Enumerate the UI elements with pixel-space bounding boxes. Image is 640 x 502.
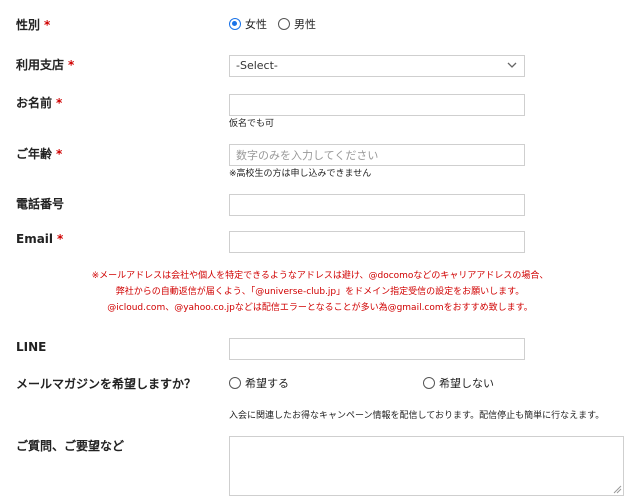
- questions-textarea[interactable]: [229, 436, 624, 496]
- phone-label: 電話番号: [16, 197, 65, 211]
- line-input[interactable]: [229, 338, 525, 360]
- name-label: お名前 *: [16, 96, 63, 110]
- required-mark: *: [56, 96, 63, 110]
- resize-grip-icon[interactable]: [612, 484, 622, 494]
- gender-radio-male[interactable]: 男性: [278, 16, 316, 32]
- email-notice: ※メールアドレスは会社や個人を特定できるようなアドレスは避け、@docomoなど…: [60, 268, 580, 316]
- line-label: LINE: [16, 340, 47, 354]
- magazine-label: メールマガジンを希望しますか？: [16, 377, 197, 391]
- radio-selected-icon[interactable]: [229, 18, 241, 30]
- email-label: Email *: [16, 232, 64, 246]
- required-mark: *: [68, 58, 75, 72]
- radio-unselected-icon[interactable]: [423, 377, 435, 389]
- store-label: 利用支店 *: [16, 58, 75, 72]
- gender-label: 性別 *: [16, 18, 51, 32]
- email-notice-line: @icloud.com、@yahoo.co.jpなどは配信エラーとなることが多い…: [107, 303, 533, 313]
- magazine-radio-yes[interactable]: 希望する: [229, 375, 289, 391]
- gender-radio-female[interactable]: 女性: [229, 16, 267, 32]
- magazine-hint: 入会に関連したお得なキャンペーン情報を配信しております。配信停止も簡単に行なえま…: [229, 411, 605, 421]
- chevron-down-icon: [507, 62, 517, 68]
- name-hint: 仮名でも可: [229, 119, 275, 129]
- radio-unselected-icon[interactable]: [229, 377, 241, 389]
- magazine-radio-no[interactable]: 希望しない: [423, 375, 494, 391]
- age-input[interactable]: [229, 144, 525, 166]
- age-hint: ※高校生の方は申し込みできません: [229, 169, 372, 179]
- phone-input[interactable]: [229, 194, 525, 216]
- email-notice-line: 弊社からの自動返信が届くよう、「@universe-club.jp」をドメイン指…: [115, 287, 525, 297]
- required-mark: *: [57, 232, 64, 246]
- name-input[interactable]: [229, 94, 525, 116]
- email-input[interactable]: [229, 231, 525, 253]
- email-notice-line: ※メールアドレスは会社や個人を特定できるようなアドレスは避け、@docomoなど…: [91, 271, 549, 281]
- required-mark: *: [56, 147, 63, 161]
- age-label: ご年齢 *: [16, 147, 63, 161]
- required-mark: *: [44, 18, 51, 32]
- radio-unselected-icon[interactable]: [278, 18, 290, 30]
- store-select[interactable]: -Select-: [229, 55, 525, 77]
- questions-label: ご質問、ご要望など: [16, 439, 125, 453]
